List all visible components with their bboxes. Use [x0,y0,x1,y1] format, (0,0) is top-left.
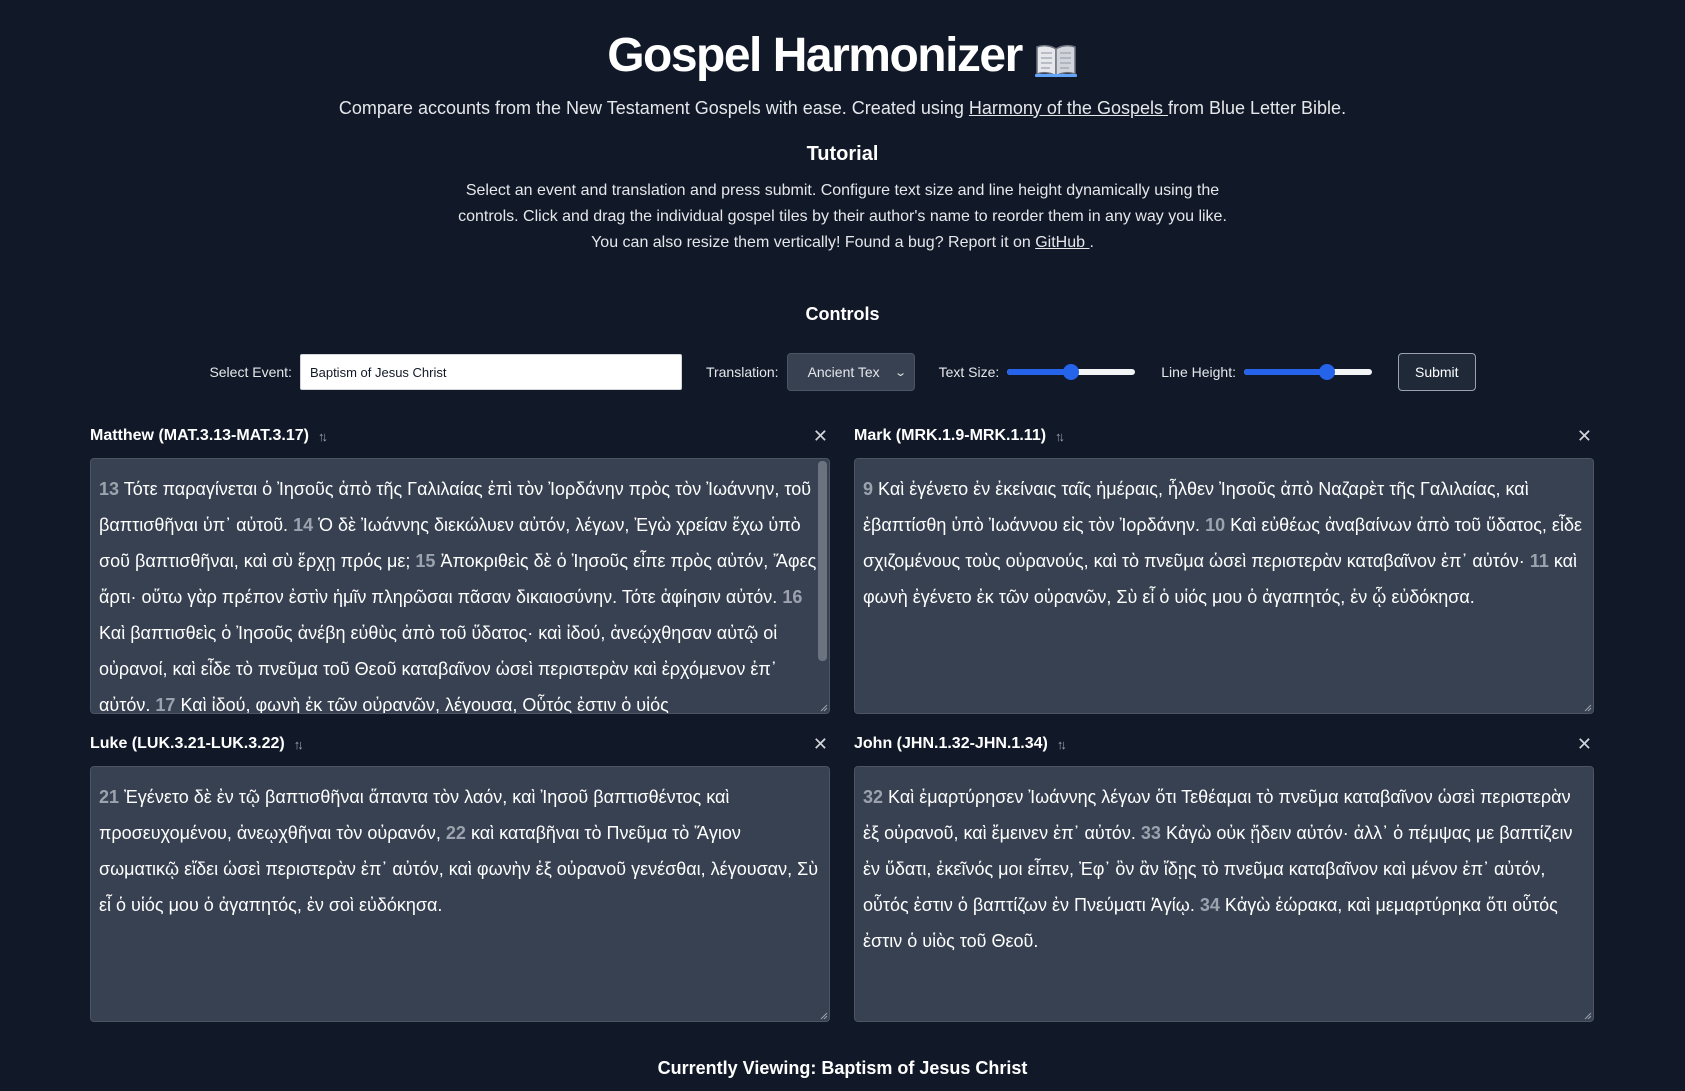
verse-number: 10 [1205,515,1226,535]
slider-thumb[interactable] [1319,364,1336,380]
gospel-panel-matthew: Matthew (MAT.3.13-MAT.3.17) ↑↓ ✕ 13 Τότε … [90,424,830,714]
app-title: Gospel Harmonizer [607,29,1023,82]
verse-number: 34 [1199,895,1220,915]
controls-heading: Controls [805,304,880,324]
panel-text[interactable]: 9 Καὶ ἐγένετο ἐν ἐκείναις ταῖς ἡμέραις, … [854,458,1594,714]
slider-fill [1243,369,1328,375]
panel-text[interactable]: 32 Καὶ ἐμαρτύρησεν Ἰωάννης λέγων ὅτι Τεθ… [854,766,1594,1022]
panel-header[interactable]: John (JHN.1.32-JHN.1.34) ↑↓ ✕ [854,732,1594,756]
panel-header[interactable]: Mark (MRK.1.9-MRK.1.11) ↑↓ ✕ [854,424,1594,448]
verse-number: 17 [155,695,176,714]
panel-title[interactable]: John (JHN.1.32-JHN.1.34) ↑↓ [854,735,1067,753]
subtitle-text-end: from Blue Letter Bible. [1167,98,1347,118]
page-title: Gospel Harmonizer [0,0,1685,84]
chevron-down-icon: ⌄ [894,366,908,379]
panel-header[interactable]: Luke (LUK.3.21-LUK.3.22) ↑↓ ✕ [90,732,830,756]
gospel-panel-mark: Mark (MRK.1.9-MRK.1.11) ↑↓ ✕ 9 Καὶ ἐγένετ… [854,424,1594,714]
verse-number: 11 [1529,551,1549,571]
panel-title[interactable]: Matthew (MAT.3.13-MAT.3.17) ↑↓ [90,427,328,445]
subtitle-text: Compare accounts from the New Testament … [338,98,969,118]
close-icon[interactable]: ✕ [813,734,828,755]
reorder-arrows-icon[interactable]: ↑↓ [1055,429,1065,444]
gospel-panel-john: John (JHN.1.32-JHN.1.34) ↑↓ ✕ 32 Καὶ ἐμαρ… [854,732,1594,1022]
line-height-label: Line Height: [1161,364,1236,380]
translation-value: Ancient Tex [807,364,880,380]
resize-handle-icon[interactable] [1582,702,1592,712]
reorder-arrows-icon[interactable]: ↑↓ [1057,737,1067,752]
verse-text: 32 Καὶ ἐμαρτύρησεν Ἰωάννης λέγων ὅτι Τεθ… [863,787,1573,951]
panel-text[interactable]: 21 Ἐγένετο δὲ ἐν τῷ βαπτισθῆναι ἅπαντα τ… [90,766,830,1022]
tutorial-body: Select an event and translation and pres… [458,182,1227,251]
event-input[interactable] [299,354,682,390]
slider-fill [1007,369,1072,375]
verse-text: 9 Καὶ ἐγένετο ἐν ἐκείναις ταῖς ἡμέραις, … [863,479,1583,607]
text-size-label: Text Size: [938,364,1000,380]
event-label: Select Event: [209,364,292,380]
translation-label: Translation: [705,364,779,380]
verse-number: 33 [1140,823,1161,843]
tutorial-text: Select an event and translation and pres… [453,178,1233,256]
verse-number: 15 [415,551,436,571]
currently-viewing-label: Currently Viewing: Baptism of Jesus Chri… [657,1058,1028,1078]
close-icon[interactable]: ✕ [1577,426,1592,447]
resize-handle-icon[interactable] [818,702,828,712]
verse-number: 14 [293,515,314,535]
slider-thumb[interactable] [1063,364,1080,380]
controls-bar: Select Event: Translation: Ancient Tex ⌄… [0,353,1685,391]
page-header: Gospel Harmonizer Compare accounts from … [0,0,1685,325]
verse-number: 16 [782,587,803,607]
verse-number: 13 [99,479,120,499]
close-icon[interactable]: ✕ [813,426,828,447]
github-link[interactable]: GitHub [1035,234,1089,251]
verse-text: 13 Τότε παραγίνεται ὁ Ἰησοῦς ἀπὸ τῆς Γαλ… [99,479,817,714]
tutorial-heading: Tutorial [806,143,879,165]
verse-number: 22 [445,823,466,843]
panel-text[interactable]: 13 Τότε παραγίνεται ὁ Ἰησοῦς ἀπὸ τῆς Γαλ… [90,458,830,714]
open-book-icon [1034,36,1078,78]
close-icon[interactable]: ✕ [1577,734,1592,755]
scrollbar[interactable] [818,461,827,661]
translation-select[interactable]: Ancient Tex ⌄ [786,353,915,391]
reorder-arrows-icon[interactable]: ↑↓ [318,429,328,444]
harmony-link[interactable]: Harmony of the Gospels [969,98,1168,118]
tutorial-end: . [1089,234,1094,251]
verse-number: 9 [863,479,874,499]
text-size-slider[interactable] [1007,362,1136,382]
verse-number: 21 [99,787,120,807]
resize-handle-icon[interactable] [818,1010,828,1020]
panel-header[interactable]: Matthew (MAT.3.13-MAT.3.17) ↑↓ ✕ [90,424,830,448]
panel-title[interactable]: Mark (MRK.1.9-MRK.1.11) ↑↓ [854,427,1065,445]
submit-button[interactable]: Submit [1397,353,1476,391]
reorder-arrows-icon[interactable]: ↑↓ [294,737,304,752]
verse-text: 21 Ἐγένετο δὲ ἐν τῷ βαπτισθῆναι ἅπαντα τ… [99,787,819,915]
panel-title[interactable]: Luke (LUK.3.21-LUK.3.22) ↑↓ [90,735,304,753]
resize-handle-icon[interactable] [1582,1010,1592,1020]
verse-number: 32 [863,787,884,807]
line-height-slider[interactable] [1243,362,1372,382]
page-subtitle: Compare accounts from the New Testament … [0,98,1685,119]
gospel-panel-luke: Luke (LUK.3.21-LUK.3.22) ↑↓ ✕ 21 Ἐγένετο … [90,732,830,1022]
